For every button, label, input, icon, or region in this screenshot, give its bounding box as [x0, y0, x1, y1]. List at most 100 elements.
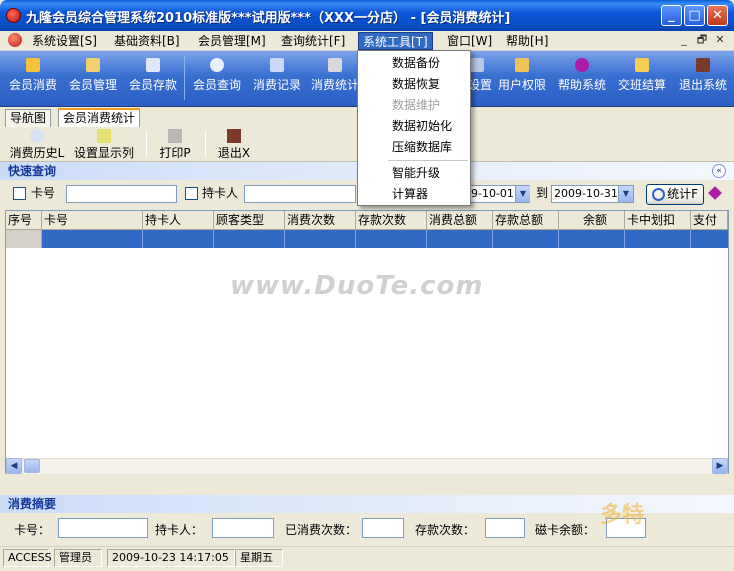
card-number-checkbox[interactable] [13, 187, 26, 200]
panel-gap [0, 476, 734, 494]
menu-query-statistics[interactable]: 查询统计[F] [277, 32, 349, 50]
table-row[interactable] [6, 230, 728, 248]
coin-icon [26, 58, 40, 72]
summary-holder-label: 持卡人： [155, 523, 204, 537]
shift-settlement-button[interactable]: 交班结算 [615, 54, 669, 104]
statistics-table[interactable] [5, 210, 729, 474]
card-holder-checkbox[interactable] [185, 187, 198, 200]
column-header[interactable]: 卡中划扣 [625, 211, 691, 230]
summary-holder-value [212, 518, 274, 538]
users-icon [86, 58, 100, 72]
print-button[interactable]: 打印P [155, 129, 195, 161]
cell-divider [355, 230, 356, 248]
cell-divider [492, 230, 493, 248]
exit-door-icon [696, 58, 710, 72]
horizontal-scrollbar[interactable] [6, 458, 728, 474]
summary-consume-count-label: 已消费次数： [285, 523, 358, 537]
menu-help[interactable]: 帮助[H] [502, 32, 552, 50]
member-consume-button[interactable]: 会员消费 [6, 54, 60, 104]
settings-button[interactable]: 设置 [468, 54, 494, 104]
member-deposit-button[interactable]: 会员存款 [126, 54, 180, 104]
exit-system-button[interactable]: 退出系统 [675, 54, 731, 104]
history-icon [30, 129, 44, 143]
column-header[interactable]: 余额 [559, 211, 625, 230]
maximize-button[interactable]: □ [684, 5, 705, 26]
user-permissions-button[interactable]: 用户权限 [495, 54, 549, 104]
status-weekday: 星期五 [235, 549, 283, 567]
tab-navigation-map[interactable]: 导航图 [5, 109, 52, 127]
consume-stats-button[interactable]: 消费统计 [310, 54, 360, 104]
mdi-restore-button[interactable]: 🗗 [695, 33, 709, 47]
menu-system-settings[interactable]: 系统设置[S] [28, 32, 101, 50]
column-header[interactable]: 卡号 [42, 211, 143, 230]
mdi-close-button[interactable]: ✕ [713, 33, 727, 47]
columns-icon [97, 129, 111, 143]
help-icon [575, 58, 589, 72]
column-header[interactable]: 存款次数 [356, 211, 427, 230]
watermark-text: www.DuoTe.com [230, 271, 484, 301]
menu-basic-data[interactable]: 基础资料[B] [110, 32, 184, 50]
column-header[interactable]: 序号 [6, 211, 42, 230]
toolbar-separator [184, 56, 185, 100]
summary-deposit-count-label: 存款次数： [415, 523, 476, 537]
tab-consumption-stats[interactable]: 会员消费统计 [58, 108, 141, 127]
system-tools-dropdown: 数据备份 数据恢复 数据维护 数据初始化 压缩数据库 智能升级 计算器 [357, 50, 471, 206]
folder-icon [635, 58, 649, 72]
menu-item-data-backup[interactable]: 数据备份 [392, 54, 440, 72]
scrollbar-thumb[interactable] [24, 459, 40, 473]
column-header[interactable]: 消费次数 [285, 211, 356, 230]
stats-button[interactable]: 统计F [646, 184, 704, 205]
menu-item-calculator[interactable]: 计算器 [392, 185, 428, 203]
mdi-minimize-button[interactable]: _ [677, 33, 691, 47]
scroll-left-button[interactable]: ◀ [6, 458, 22, 474]
document-icon [146, 58, 160, 72]
card-number-input[interactable] [66, 185, 177, 203]
column-header[interactable]: 消费总额 [427, 211, 493, 230]
display-columns-button[interactable]: 设置显示列 [72, 129, 136, 161]
printer-icon [168, 129, 182, 143]
chevron-down-icon[interactable]: ▼ [618, 186, 633, 202]
chart-icon [328, 58, 342, 72]
status-db-type: ACCESS [3, 549, 52, 567]
column-header[interactable]: 顾客类型 [214, 211, 285, 230]
app-icon[interactable] [6, 8, 21, 23]
menu-window[interactable]: 窗口[W] [443, 32, 496, 50]
menu-member-management[interactable]: 会员管理[M] [194, 32, 270, 50]
menu-item-compact-db[interactable]: 压缩数据库 [392, 138, 452, 156]
column-header[interactable]: 存款总额 [493, 211, 559, 230]
records-icon [270, 58, 284, 72]
exit-door-icon [227, 129, 241, 143]
chevron-down-icon[interactable]: ▼ [515, 186, 530, 202]
column-header[interactable]: 持卡人 [143, 211, 214, 230]
app-menu-icon[interactable] [8, 33, 22, 47]
cell-divider [558, 230, 559, 248]
summary-card-value [58, 518, 148, 538]
row-indicator[interactable] [6, 230, 42, 248]
menu-item-data-restore[interactable]: 数据恢复 [392, 75, 440, 93]
exit-button[interactable]: 退出X [214, 129, 254, 161]
to-label: 到 [536, 186, 549, 200]
close-button[interactable]: ✕ [707, 5, 728, 26]
card-holder-input[interactable] [244, 185, 356, 203]
summary-card-label: 卡号： [14, 523, 51, 537]
summary-deposit-count-value [485, 518, 525, 538]
status-datetime: 2009-10-23 14:17:05 [107, 549, 235, 567]
cell-divider [624, 230, 625, 248]
column-header[interactable]: 支付 [691, 211, 728, 230]
menu-system-tools[interactable]: 系统工具[T] [358, 32, 433, 50]
menu-item-smart-upgrade[interactable]: 智能升级 [392, 164, 440, 182]
consume-history-button[interactable]: 消费历史L [6, 129, 68, 161]
collapse-icon[interactable]: « [712, 164, 726, 178]
cell-divider [213, 230, 214, 248]
watermark-logo: 多特 [600, 503, 645, 528]
status-user: 管理员 [54, 549, 102, 567]
scroll-right-button[interactable]: ▶ [712, 458, 728, 474]
member-manage-button[interactable]: 会员管理 [66, 54, 120, 104]
member-query-button[interactable]: 会员查询 [190, 54, 244, 104]
card-holder-label: 持卡人 [202, 186, 239, 200]
minimize-button[interactable]: _ [661, 5, 682, 26]
menu-item-data-init[interactable]: 数据初始化 [392, 117, 452, 135]
help-system-button[interactable]: 帮助系统 [555, 54, 609, 104]
summary-consume-count-value [362, 518, 404, 538]
consume-records-button[interactable]: 消费记录 [250, 54, 304, 104]
